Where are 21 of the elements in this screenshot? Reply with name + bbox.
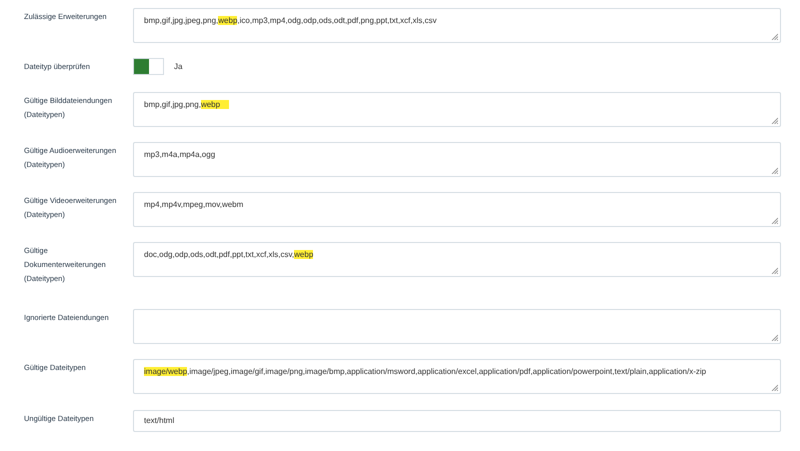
toggle-label: Ja: [174, 60, 182, 72]
text-area[interactable]: doc,odg,odp,ods,odt,pdf,ppt,txt,xcf,xls,csv,webp: [133, 242, 781, 277]
text-input[interactable]: text/html: [133, 410, 781, 432]
toggle-switch[interactable]: [133, 58, 164, 75]
text-area[interactable]: bmp,gif,jpg,png,webp: [133, 92, 781, 127]
resize-grip-icon[interactable]: [771, 117, 778, 124]
resize-grip-icon[interactable]: [771, 334, 778, 341]
resize-grip-icon[interactable]: [771, 167, 778, 174]
text-area[interactable]: mp3,m4a,mp4a,ogg: [133, 142, 781, 177]
field-value: text/html: [144, 415, 174, 427]
text-area[interactable]: image/webp,image/jpeg,image/gif,image/png,image/bmp,application/msword,application/excel,application/pdf,application/powerpoint,text/plain,application/x-zip: [133, 359, 781, 394]
field-value: doc,odg,odp,ods,odt,pdf,ppt,txt,xcf,xls,csv,webp: [144, 250, 314, 259]
field-value: bmp,gif,jpg,png,webp: [144, 100, 229, 109]
resize-grip-icon[interactable]: [771, 33, 778, 40]
resize-grip-icon[interactable]: [771, 217, 778, 224]
text-area[interactable]: mp4,mp4v,mpeg,mov,webm: [133, 192, 781, 227]
resize-grip-icon[interactable]: [771, 384, 778, 391]
field-value: mp3,m4a,mp4a,ogg: [144, 150, 216, 159]
field-value: image/webp,image/jpeg,image/gif,image/png,image/bmp,application/msword,application/excel,application/pdf,application/powerpoint,text/plain,application/x-zip: [144, 367, 706, 376]
field-value: mp4,mp4v,mpeg,mov,webm: [144, 200, 244, 209]
resize-grip-icon[interactable]: [771, 267, 778, 274]
